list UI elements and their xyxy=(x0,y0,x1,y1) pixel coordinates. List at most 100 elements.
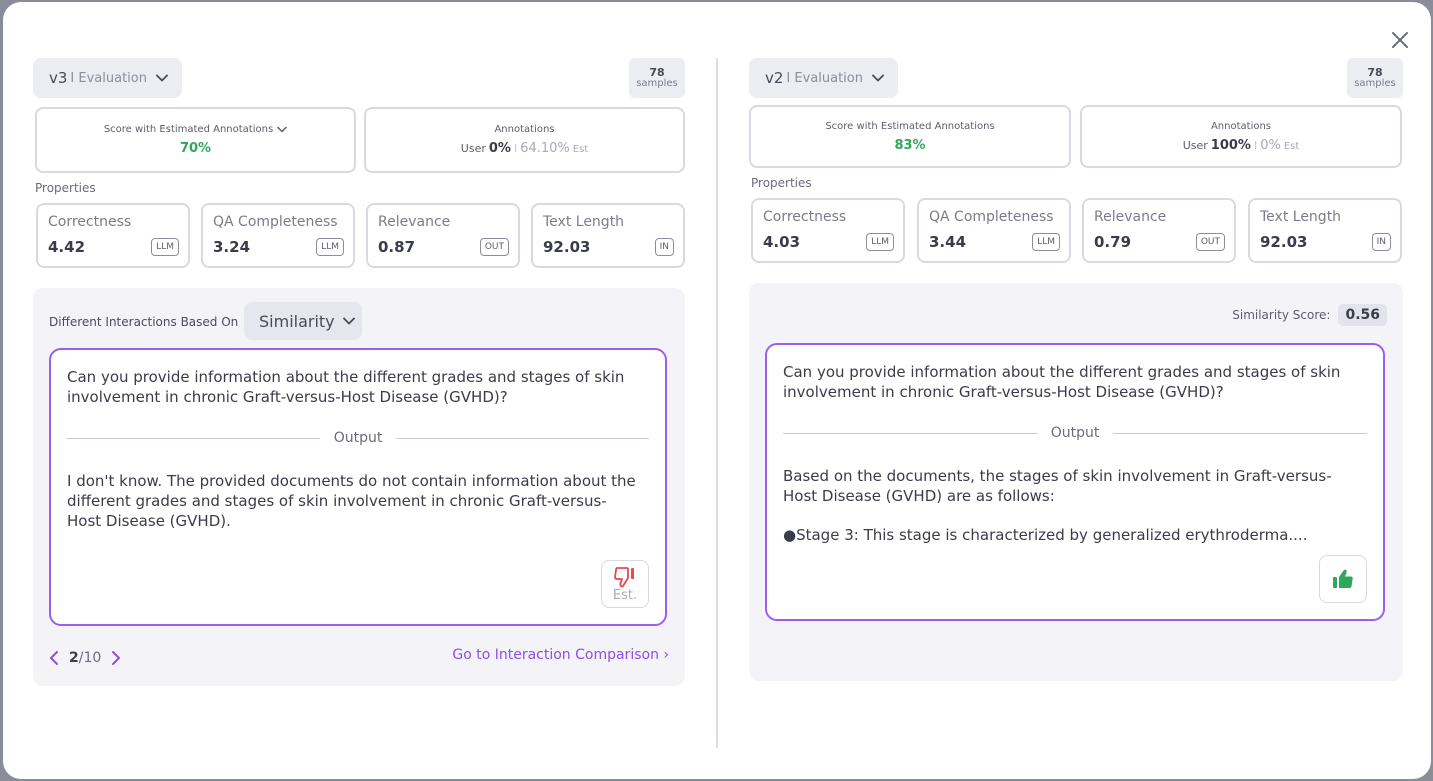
score-card: Score with Estimated Annotations 70% xyxy=(35,107,356,173)
properties-label: Properties xyxy=(751,176,812,190)
annotations-user-label: User xyxy=(1182,138,1208,152)
similarity-select-value: Similarity xyxy=(259,311,335,331)
thumbs-up-icon xyxy=(1333,569,1353,588)
annotations-card: Annotations User 100% I 0% Est xyxy=(1080,105,1402,168)
property-value: 0.79 xyxy=(1094,233,1132,251)
estimated-feedback-button[interactable]: Est. xyxy=(601,560,649,608)
interaction-output: Based on the documents, the stages of sk… xyxy=(783,466,1353,545)
version-name: v3 xyxy=(49,69,68,87)
output-paragraph: Based on the documents, the stages of sk… xyxy=(783,467,1332,505)
interaction-area: Different Interactions Based On Similari… xyxy=(33,288,685,686)
property-value: 4.42 xyxy=(48,238,86,256)
output-label: Output xyxy=(333,430,383,446)
property-card-qa-completeness[interactable]: QA Completeness 3.44 LLM xyxy=(917,198,1071,263)
similarity-score-label: Similarity Score: xyxy=(1232,308,1331,322)
similarity-select[interactable]: Similarity xyxy=(244,302,362,340)
divider-line xyxy=(67,437,320,439)
interaction-card: Can you provide information about the di… xyxy=(765,343,1385,621)
divider-line xyxy=(783,432,1037,434)
property-card-correctness[interactable]: Correctness 4.03 LLM xyxy=(751,198,905,263)
page-count: 2/10 xyxy=(69,650,101,666)
version-select[interactable]: v3 I Evaluation xyxy=(33,58,182,98)
annotations-title: Annotations xyxy=(1210,120,1272,132)
next-page-button[interactable] xyxy=(111,650,121,666)
annotations-values: User 100% I 0% Est xyxy=(1183,138,1300,153)
property-value: 92.03 xyxy=(1260,233,1308,251)
property-name: Relevance xyxy=(378,214,451,230)
score-title: Score with Estimated Annotations xyxy=(103,124,274,135)
page-current: 2 xyxy=(69,650,79,666)
output-bullet: ●Stage 3: This stage is characterized by… xyxy=(783,526,1308,544)
samples-label: samples xyxy=(1354,77,1396,89)
close-icon[interactable] xyxy=(1389,29,1411,51)
output-label: Output xyxy=(1050,425,1100,441)
chevron-down-icon xyxy=(342,317,355,325)
property-type-tag: LLM xyxy=(316,238,344,256)
property-card-relevance[interactable]: Relevance 0.79 OUT xyxy=(1082,198,1236,263)
thumbs-down-icon xyxy=(614,566,634,587)
interaction-card: Can you provide information about the di… xyxy=(49,348,667,626)
chevron-right-icon xyxy=(112,651,121,665)
annotations-card: Annotations User 0% I 64.10% Est xyxy=(364,107,685,173)
annotations-separator: I xyxy=(1253,138,1258,152)
annotations-user-label: User xyxy=(460,142,486,155)
interaction-area: Similarity Score: 0.56 Can you provide i… xyxy=(749,283,1403,681)
property-value: 92.03 xyxy=(543,238,591,256)
user-feedback-button[interactable] xyxy=(1319,555,1367,603)
go-to-interaction-comparison-link[interactable]: Go to Interaction Comparison › xyxy=(452,647,669,663)
prev-page-button[interactable] xyxy=(49,650,59,666)
property-value: 3.24 xyxy=(213,238,251,256)
samples-badge: 78 samples xyxy=(629,58,685,98)
property-type-tag: LLM xyxy=(151,238,179,256)
samples-label: samples xyxy=(636,77,678,89)
property-card-text-length[interactable]: Text Length 92.03 IN xyxy=(531,203,685,268)
pagination: 2/10 xyxy=(49,650,121,666)
property-value: 0.87 xyxy=(378,238,416,256)
version-name: v2 xyxy=(765,69,784,87)
property-card-correctness[interactable]: Correctness 4.42 LLM xyxy=(36,203,190,268)
annotations-est-value: 64.10% xyxy=(520,141,570,156)
annotations-est-label: Est xyxy=(572,144,589,155)
divider-line xyxy=(1113,432,1368,434)
property-type-tag: IN xyxy=(1371,233,1391,251)
score-value: 70% xyxy=(179,141,212,156)
similarity-score-value: 0.56 xyxy=(1338,304,1387,326)
version-label: I Evaluation xyxy=(786,70,863,86)
divider-line xyxy=(396,437,650,439)
chevron-down-icon xyxy=(156,74,168,82)
properties-label: Properties xyxy=(35,181,96,195)
estimated-label: Est. xyxy=(612,587,638,603)
interaction-input: Can you provide information about the di… xyxy=(67,368,625,406)
similarity-score: Similarity Score: 0.56 xyxy=(1232,304,1387,326)
version-select[interactable]: v2 I Evaluation xyxy=(749,58,898,98)
property-name: Relevance xyxy=(1094,209,1167,225)
interaction-input: Can you provide information about the di… xyxy=(783,363,1341,401)
annotations-user-value: 100% xyxy=(1210,137,1251,153)
annotations-values: User 0% I 64.10% Est xyxy=(461,141,588,156)
property-card-text-length[interactable]: Text Length 92.03 IN xyxy=(1248,198,1402,263)
property-name: Correctness xyxy=(763,209,847,225)
output-divider: Output xyxy=(67,428,650,448)
chevron-down-icon xyxy=(277,126,287,133)
different-interactions-label: Different Interactions Based On xyxy=(49,315,239,329)
score-card: Score with Estimated Annotations 83% xyxy=(749,105,1071,168)
property-card-qa-completeness[interactable]: QA Completeness 3.24 LLM xyxy=(201,203,355,268)
samples-count: 78 xyxy=(1367,65,1383,79)
samples-badge: 78 samples xyxy=(1347,58,1403,98)
score-title-row[interactable]: Score with Estimated Annotations xyxy=(104,124,287,135)
property-name: Text Length xyxy=(543,214,625,230)
property-name: Text Length xyxy=(1260,209,1342,225)
property-type-tag: LLM xyxy=(1032,233,1060,251)
property-value: 4.03 xyxy=(763,233,801,251)
property-value: 3.44 xyxy=(929,233,967,251)
output-divider: Output xyxy=(783,423,1368,443)
property-type-tag: OUT xyxy=(1195,233,1225,251)
property-card-relevance[interactable]: Relevance 0.87 OUT xyxy=(366,203,520,268)
property-type-tag: IN xyxy=(654,238,674,256)
samples-count: 78 xyxy=(649,65,665,79)
score-title: Score with Estimated Annotations xyxy=(825,120,995,132)
comparison-modal: v3 I Evaluation 78 samples Score with Es… xyxy=(3,2,1431,779)
version-label: I Evaluation xyxy=(70,70,147,86)
property-type-tag: LLM xyxy=(866,233,894,251)
property-name: QA Completeness xyxy=(929,209,1054,225)
